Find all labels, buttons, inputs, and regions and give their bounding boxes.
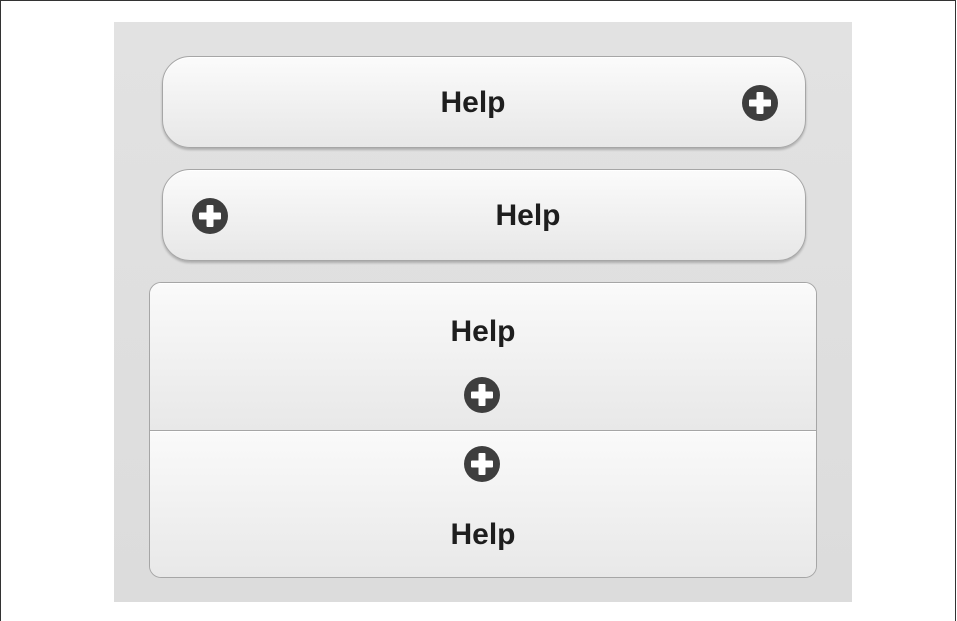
plus-circle-icon xyxy=(464,446,500,482)
help-button-icon-top[interactable]: Help xyxy=(150,430,816,577)
button-label: Help xyxy=(495,199,561,232)
button-group: Help Help xyxy=(149,282,817,578)
button-label: Help xyxy=(440,86,506,119)
plus-circle-icon xyxy=(742,85,778,121)
plus-circle-icon xyxy=(464,377,500,413)
help-button-icon-bottom[interactable]: Help xyxy=(150,283,816,430)
help-button-icon-right[interactable]: Help xyxy=(162,56,806,148)
help-button-icon-left[interactable]: Help xyxy=(162,169,806,261)
demo-panel: Help Help Help Help xyxy=(114,22,852,602)
button-label: Help xyxy=(450,315,516,348)
button-label: Help xyxy=(450,518,516,551)
